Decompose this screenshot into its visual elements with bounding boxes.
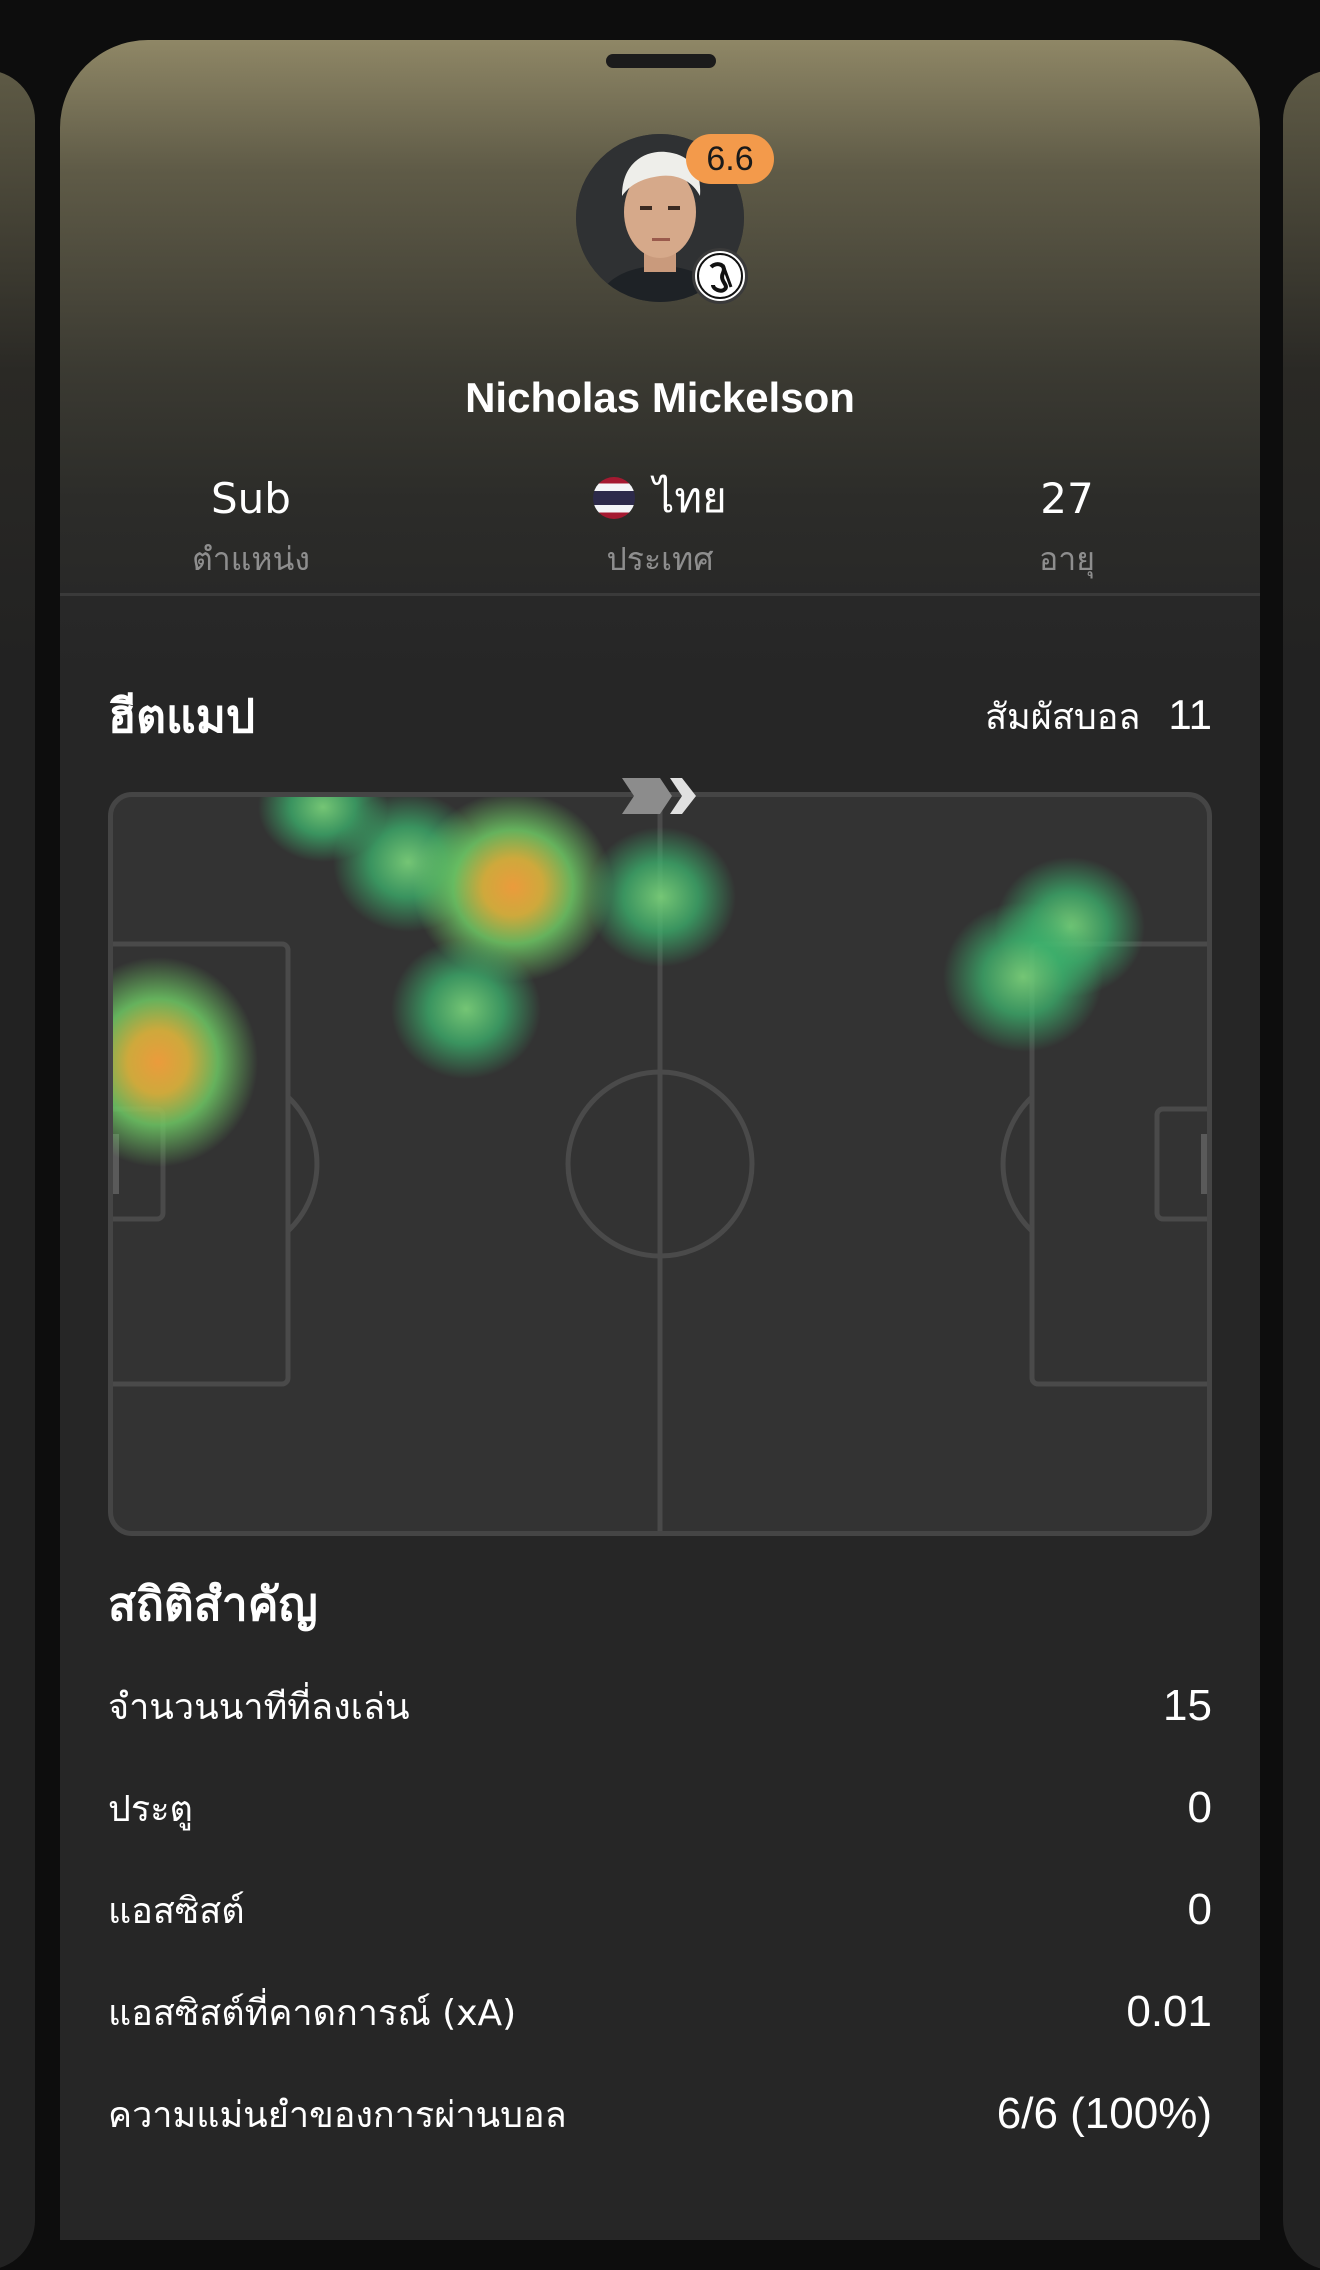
club-crest-icon	[692, 248, 748, 304]
age-label: อายุ	[1039, 540, 1095, 578]
thailand-flag-icon	[593, 477, 636, 519]
adjacent-card-right[interactable]	[1283, 70, 1320, 2270]
adjacent-card-left[interactable]	[0, 70, 35, 2270]
stat-label: แอสซิสต์	[108, 1890, 245, 1932]
touches-label: สัมผัสบอล	[985, 697, 1141, 738]
sheet-grabber[interactable]	[606, 54, 716, 68]
heat-spot	[391, 939, 541, 1079]
country-value: ไทย	[653, 473, 727, 522]
player-sheet: 6.6 Nicholas Mickelson Sub ตำแหน่ง ไทย ป…	[60, 40, 1260, 2240]
heat-spot	[943, 902, 1103, 1052]
section-divider	[60, 593, 1260, 596]
stat-row-assists: แอสซิสต์ 0	[108, 1880, 1212, 1940]
heat-spot	[586, 827, 736, 967]
stat-value: 15	[1163, 1681, 1212, 1730]
attack-direction-chevron-icon	[622, 778, 696, 814]
position-value: Sub	[211, 473, 291, 523]
stat-label: ความแม่นยำของการผ่านบอล	[108, 2094, 567, 2136]
position-label: ตำแหน่ง	[192, 540, 310, 578]
stat-label: แอสซิสต์ที่คาดการณ์ (xA)	[108, 1992, 517, 2034]
position-info: Sub ตำแหน่ง	[101, 470, 401, 585]
heatmap-pitch	[108, 792, 1212, 1536]
stat-value: 0	[1187, 1783, 1212, 1832]
country-label: ประเทศ	[606, 540, 714, 578]
stat-row-minutes: จำนวนนาทีที่ลงเล่น 15	[108, 1676, 1212, 1736]
age-value: 27	[1040, 473, 1094, 523]
stat-row-expected-assists: แอสซิสต์ที่คาดการณ์ (xA) 0.01	[108, 1982, 1212, 2042]
heatmap-title: ฮีตแมป	[108, 689, 256, 743]
player-rating-badge: 6.6	[686, 134, 774, 184]
touches-summary: สัมผัสบอล 11	[985, 688, 1212, 745]
country-info: ไทย ประเทศ	[510, 470, 810, 585]
age-info: 27 อายุ	[917, 470, 1217, 585]
stat-value: 0.01	[1126, 1987, 1212, 2036]
stat-value: 6/6 (100%)	[996, 2089, 1212, 2138]
stat-row-goals: ประตู 0	[108, 1778, 1212, 1838]
stats-title: สถิติสำคัญ	[108, 1577, 318, 1631]
stat-label: ประตู	[108, 1788, 193, 1830]
touches-value: 11	[1168, 691, 1212, 738]
stat-row-pass-accuracy: ความแม่นยำของการผ่านบอล 6/6 (100%)	[108, 2084, 1212, 2144]
stat-label: จำนวนนาทีที่ลงเล่น	[108, 1686, 410, 1728]
stat-value: 0	[1187, 1885, 1212, 1934]
player-name: Nicholas Mickelson	[465, 374, 855, 421]
